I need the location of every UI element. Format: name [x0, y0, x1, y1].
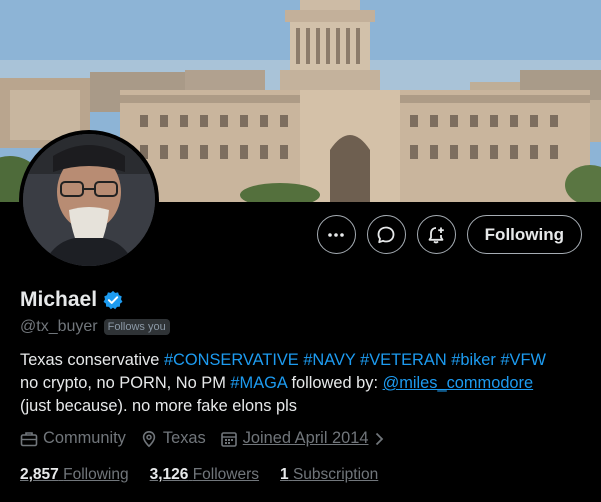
verified-badge-icon[interactable] — [103, 290, 123, 310]
following-button[interactable]: Following — [466, 215, 582, 254]
subscription-label: Subscription — [292, 466, 379, 483]
hashtag-link[interactable]: #biker — [451, 351, 496, 369]
bio-text: Texas conservative — [20, 351, 164, 369]
following-count: 2,857 — [20, 466, 59, 483]
profile-meta: Community Texas Joined April 2014 — [20, 429, 385, 448]
profile-avatar[interactable] — [19, 130, 159, 270]
category-item: Community — [20, 429, 126, 448]
following-count-link[interactable]: 2,857 Following — [20, 466, 129, 484]
hashtag-link[interactable]: #MAGA — [230, 374, 286, 392]
profile-bio: Texas conservative #CONSERVATIVE #NAVY #… — [20, 349, 585, 418]
joined-item[interactable]: Joined April 2014 — [220, 429, 386, 448]
joined-text[interactable]: Joined April 2014 — [243, 429, 369, 448]
mention-link[interactable]: @miles_commodore — [383, 374, 534, 392]
profile-stats: 2,857 Following 3,126 Followers 1 Subscr… — [20, 466, 378, 484]
hashtag-link[interactable]: #CONSERVATIVE — [164, 351, 299, 369]
more-icon — [328, 232, 344, 237]
bio-line-3: (just because). no more fake elons pls — [20, 397, 297, 415]
followers-count-link[interactable]: 3,126 Followers — [150, 466, 259, 484]
handle-row: @tx_buyer Follows you — [20, 318, 170, 336]
hashtag-link[interactable]: #NAVY — [303, 351, 355, 369]
location-pin-icon — [142, 430, 156, 447]
location-text: Texas — [162, 429, 206, 447]
subscription-count: 1 — [280, 466, 289, 483]
display-name: Michael — [20, 288, 98, 311]
notification-bell-icon — [428, 226, 444, 243]
subscription-count-link[interactable]: 1 Subscription — [280, 466, 378, 484]
followers-label: Followers — [192, 466, 260, 483]
bio-line-1: Texas conservative #CONSERVATIVE #NAVY #… — [20, 349, 585, 372]
user-handle: @tx_buyer — [20, 318, 98, 335]
name-row: Michael — [20, 288, 123, 312]
hashtag-link[interactable]: #VFW — [500, 351, 546, 369]
message-button[interactable] — [366, 215, 406, 254]
hashtag-link[interactable]: #VETERAN — [360, 351, 447, 369]
bio-text: followed by: — [286, 374, 383, 392]
profile-actions: Following — [316, 215, 582, 254]
avatar-photo — [23, 134, 155, 266]
bio-line-2: no crypto, no PORN, No PM #MAGA followed… — [20, 372, 585, 395]
more-button[interactable] — [316, 215, 356, 254]
follows-you-badge: Follows you — [103, 319, 170, 335]
briefcase-icon — [20, 431, 38, 446]
notifications-button[interactable] — [416, 215, 456, 254]
following-label: Following — [63, 466, 129, 483]
calendar-icon — [220, 431, 237, 447]
location-item: Texas — [140, 429, 206, 448]
bio-text: no crypto, no PORN, No PM — [20, 374, 231, 392]
chevron-right-icon[interactable] — [373, 432, 385, 446]
followers-count: 3,126 — [149, 466, 189, 483]
message-icon — [377, 226, 395, 243]
category-text: Community — [43, 429, 126, 447]
